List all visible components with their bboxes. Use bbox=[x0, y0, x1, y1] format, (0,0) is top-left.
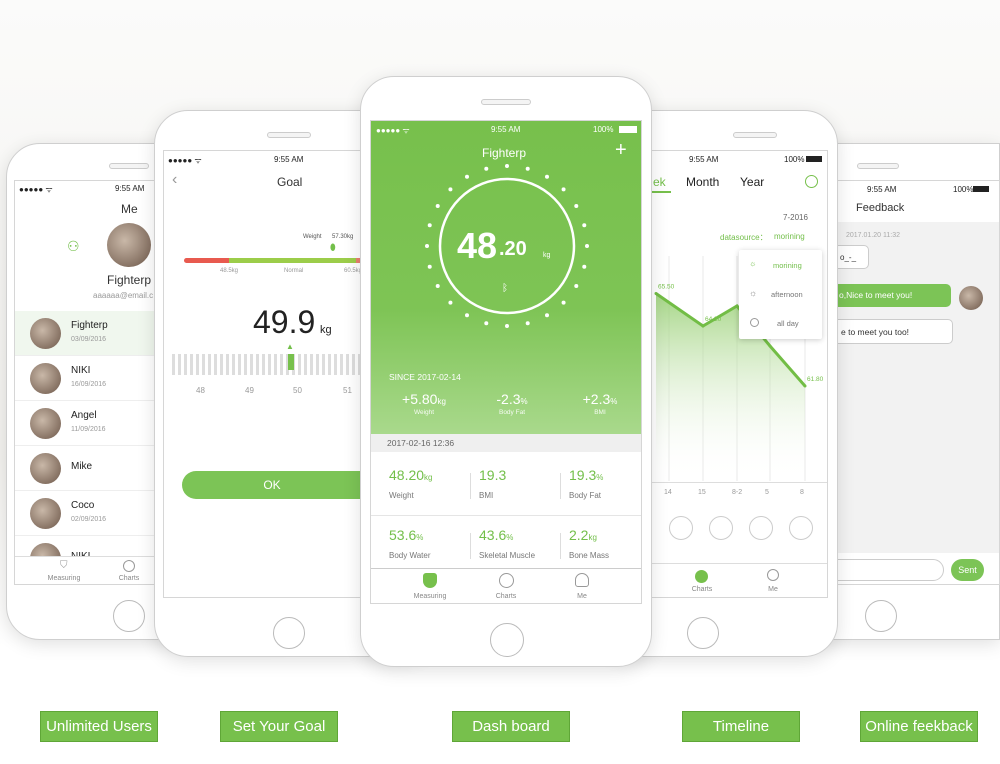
user-icon bbox=[767, 569, 779, 581]
data-point bbox=[768, 344, 772, 348]
dial-dot bbox=[448, 300, 453, 305]
avatar bbox=[30, 453, 61, 484]
point-label: 64.20 bbox=[705, 316, 722, 323]
tab-me[interactable]: Me bbox=[557, 593, 607, 600]
goal-value: 49.9 bbox=[253, 304, 316, 340]
dial-dot bbox=[425, 244, 429, 248]
page-title: Feedback bbox=[856, 202, 905, 214]
charts-icon bbox=[499, 573, 514, 588]
dial-dot bbox=[427, 264, 432, 269]
shield-icon: ⛉ bbox=[60, 560, 68, 571]
x-tick-label: 8-2 bbox=[732, 489, 743, 496]
x-tick-label: 5 bbox=[765, 489, 769, 496]
muscle-icon[interactable] bbox=[749, 516, 773, 540]
dial-dot bbox=[525, 321, 530, 326]
avatar bbox=[30, 408, 61, 439]
page-title: Goal bbox=[277, 175, 303, 189]
tab-measuring[interactable]: Measuring bbox=[39, 575, 89, 582]
back-icon[interactable]: ‹ bbox=[172, 171, 177, 189]
avatar[interactable] bbox=[107, 223, 151, 267]
add-user-icon[interactable]: ⚇ bbox=[67, 238, 80, 255]
dial-dot bbox=[427, 223, 432, 228]
add-icon[interactable]: + bbox=[615, 139, 627, 162]
caption-online-feedback: Online feekback bbox=[860, 711, 978, 742]
page-title: Me bbox=[121, 202, 138, 216]
caption-unlimited-users: Unlimited Users bbox=[40, 711, 158, 742]
dial-dot bbox=[484, 321, 489, 326]
dial-dot bbox=[484, 166, 489, 171]
dial-dot bbox=[582, 264, 587, 269]
clock-icon bbox=[750, 318, 759, 327]
charts-icon bbox=[695, 570, 708, 583]
water-drop-icon[interactable] bbox=[709, 516, 733, 540]
battery-icon bbox=[619, 126, 637, 133]
sun-icon: ☼ bbox=[749, 288, 758, 298]
dial-dot bbox=[561, 300, 566, 305]
sunrise-icon: ☼ bbox=[749, 259, 757, 268]
dial-dot bbox=[465, 313, 469, 318]
tab-me[interactable]: Me bbox=[748, 586, 798, 593]
tab-measuring[interactable]: Measuring bbox=[405, 593, 455, 600]
dial-dot bbox=[574, 204, 579, 208]
dial-dot bbox=[574, 284, 579, 288]
avatar bbox=[30, 318, 61, 349]
metric-cell[interactable]: 53.6% Body Water bbox=[389, 527, 431, 560]
change-stat: +5.80kg Weight bbox=[402, 391, 446, 416]
metric-cell[interactable]: 2.2kg Bone Mass bbox=[569, 527, 609, 560]
dial-dot bbox=[545, 313, 549, 318]
dial-dot bbox=[545, 174, 549, 179]
dial-dot bbox=[505, 164, 509, 168]
dropdown-item-afternoon[interactable]: afternoon bbox=[771, 290, 803, 299]
metric-cell[interactable]: 43.6% Skeletal Muscle bbox=[479, 527, 535, 560]
point-label: 65.50 bbox=[658, 284, 675, 291]
data-point bbox=[654, 292, 658, 295]
battery-icon bbox=[973, 186, 989, 192]
dial-dot bbox=[525, 166, 530, 171]
avatar bbox=[30, 363, 61, 394]
dashboard-screen: ●●●●● ᯤ 9:55 AM 100% Fighterp + 48 .20 k… bbox=[370, 120, 642, 604]
dial-dot bbox=[505, 324, 509, 328]
avatar bbox=[959, 286, 983, 310]
current-weight: 48 bbox=[457, 225, 498, 266]
tab-charts[interactable]: Charts bbox=[481, 593, 531, 600]
dial-dot bbox=[448, 187, 453, 192]
caption-timeline: Timeline bbox=[682, 711, 800, 742]
molecule-icon[interactable] bbox=[789, 516, 813, 540]
avatar bbox=[30, 498, 61, 529]
tab-charts[interactable]: Charts bbox=[104, 575, 154, 582]
dial-dot bbox=[435, 284, 440, 288]
bluetooth-icon: ᛒ bbox=[502, 283, 508, 294]
dial-dot bbox=[585, 244, 589, 248]
dial-dot bbox=[561, 187, 566, 192]
user-icon bbox=[575, 573, 589, 587]
datasource-dropdown: ☼ morining ☼ afternoon all day bbox=[739, 250, 822, 339]
charts-icon bbox=[123, 560, 135, 572]
metric-cell[interactable]: 19.3% Body Fat bbox=[569, 467, 603, 500]
data-point bbox=[803, 384, 807, 388]
data-point bbox=[701, 324, 705, 328]
dropdown-item-morning[interactable]: morining bbox=[773, 261, 802, 270]
metric-cell[interactable]: 48.20kg Weight bbox=[389, 467, 433, 500]
x-tick-label: 14 bbox=[664, 489, 672, 496]
weight-marker-icon: ⬮ bbox=[330, 242, 336, 252]
send-button[interactable]: Sent bbox=[951, 559, 984, 581]
dial-dot bbox=[582, 223, 587, 228]
change-stat: -2.3% Body Fat bbox=[496, 391, 528, 416]
shield-icon bbox=[423, 573, 437, 588]
x-tick-label: 8 bbox=[800, 489, 804, 496]
ruler-pointer-icon: ▲ bbox=[286, 342, 294, 351]
dial-dot bbox=[465, 174, 469, 179]
dial-dot bbox=[435, 204, 440, 208]
x-tick-label: 15 bbox=[698, 489, 706, 496]
caption-dashboard: Dash board bbox=[452, 711, 570, 742]
point-label: 61.80 bbox=[807, 376, 824, 383]
signal-icon: ●●●●● ᯤ bbox=[19, 185, 53, 194]
page-title: Fighterp bbox=[482, 146, 527, 160]
metric-cell[interactable]: 19.3 BMI bbox=[479, 467, 506, 500]
dropdown-item-all-day[interactable]: all day bbox=[777, 319, 799, 328]
change-stat: +2.3% BMI bbox=[582, 391, 618, 416]
percent-icon[interactable] bbox=[669, 516, 693, 540]
tab-charts[interactable]: Charts bbox=[677, 586, 727, 593]
caption-set-goal: Set Your Goal bbox=[220, 711, 338, 742]
